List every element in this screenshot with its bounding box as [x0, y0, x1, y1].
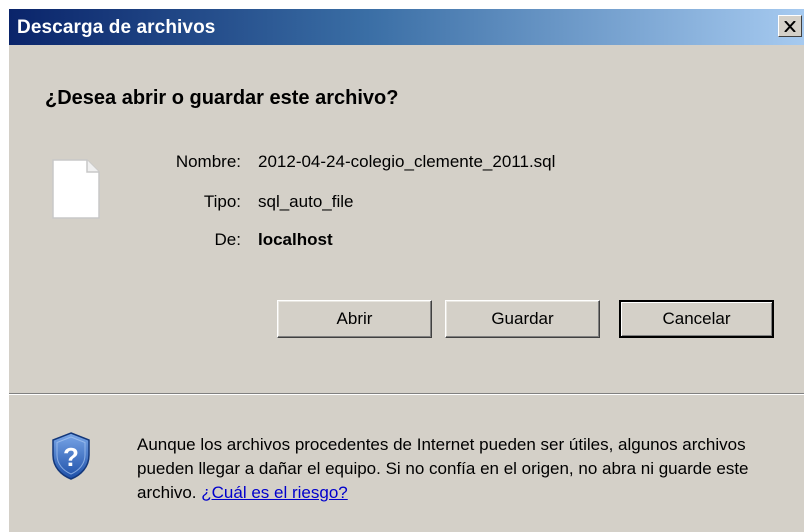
security-warning: Aunque los archivos procedentes de Inter… — [137, 433, 777, 505]
window-title: Descarga de archivos — [17, 17, 216, 38]
separator-highlight — [9, 394, 804, 395]
file-name-value: 2012-04-24-colegio_clemente_2011.sql — [258, 152, 556, 171]
file-source-label: De: — [214, 230, 241, 249]
open-button[interactable]: Abrir — [277, 300, 432, 338]
file-source-value: localhost — [258, 230, 333, 249]
close-button[interactable] — [778, 15, 802, 37]
titlebar[interactable]: Descarga de archivos — [9, 9, 804, 45]
svg-text:?: ? — [63, 442, 79, 472]
save-button[interactable]: Guardar — [445, 300, 600, 338]
desktop-edge-left — [0, 0, 9, 532]
file-name-label: Nombre: — [175, 152, 241, 171]
shield-help-icon: ? — [49, 431, 93, 486]
close-icon — [784, 20, 796, 32]
dialog-question: ¿Desea abrir o guardar este archivo? — [45, 87, 399, 109]
file-download-dialog: Descarga de archivos ¿Desea abrir o guar… — [9, 9, 804, 532]
file-type-label: Tipo: — [203, 192, 241, 211]
file-type-value: sql_auto_file — [258, 192, 354, 211]
risk-link[interactable]: ¿Cuál es el riesgo? — [201, 483, 347, 502]
desktop-edge-top — [0, 0, 804, 9]
cancel-button[interactable]: Cancelar — [619, 300, 774, 338]
